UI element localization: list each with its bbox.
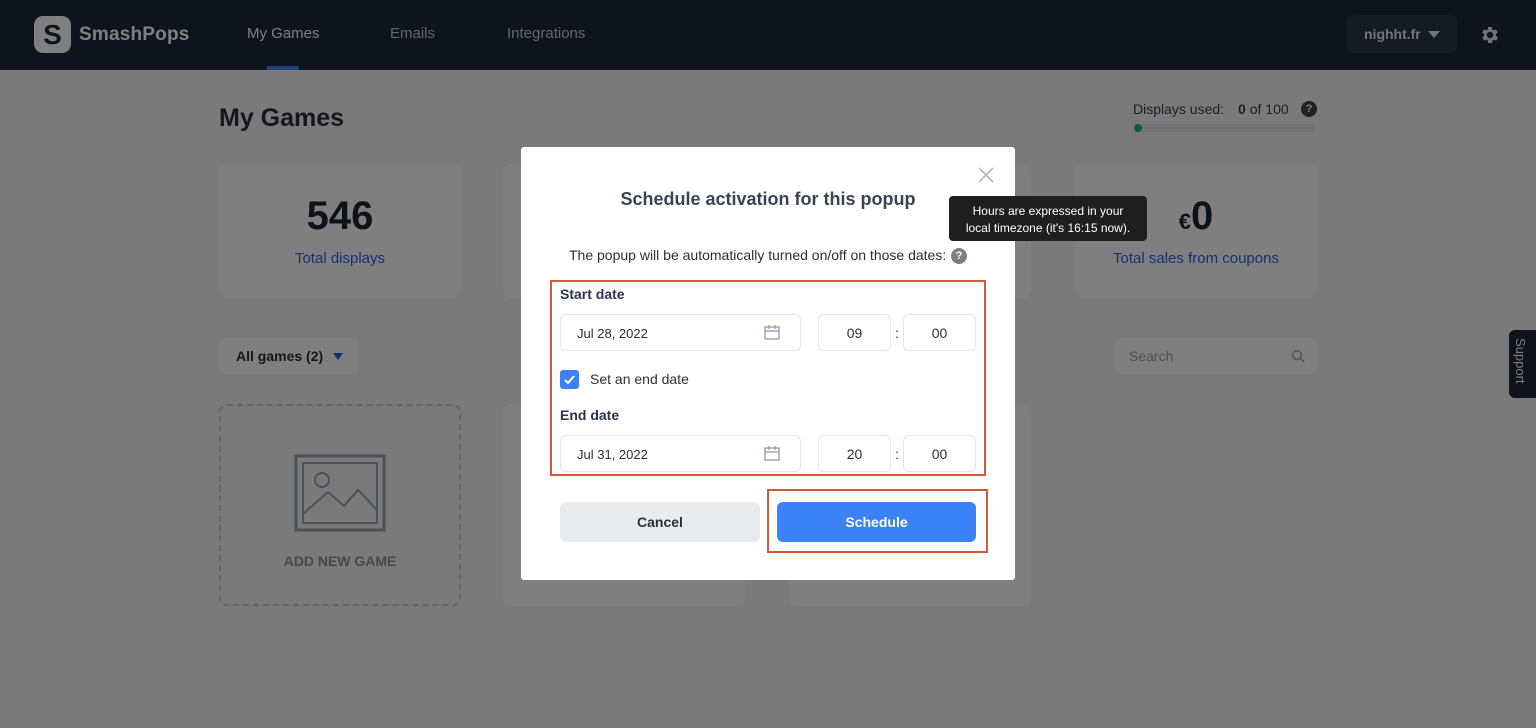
time-separator: : xyxy=(895,325,899,341)
end-date-label: End date xyxy=(560,407,620,423)
cancel-button[interactable]: Cancel xyxy=(560,502,760,542)
checkmark-icon xyxy=(564,375,575,385)
start-hour-input[interactable]: 09 xyxy=(818,314,891,351)
modal-title: Schedule activation for this popup xyxy=(620,189,916,209)
end-hour-input[interactable]: 20 xyxy=(818,435,891,472)
tooltip-line-2: local timezone (it's 16:15 now). xyxy=(965,221,1131,235)
end-date-input[interactable]: Jul 31, 2022 xyxy=(560,435,801,472)
end-date-checkbox-label[interactable]: Set an end date xyxy=(590,371,689,387)
calendar-icon[interactable] xyxy=(764,325,780,340)
modal-description: The popup will be automatically turned o… xyxy=(569,247,947,263)
close-icon[interactable] xyxy=(977,166,995,184)
calendar-icon[interactable] xyxy=(764,446,780,461)
start-date-input[interactable]: Jul 28, 2022 xyxy=(560,314,801,351)
schedule-modal: Schedule activation for this popup The p… xyxy=(521,147,1015,580)
time-separator: : xyxy=(895,446,899,462)
schedule-button[interactable]: Schedule xyxy=(777,502,976,542)
start-minute-input[interactable]: 00 xyxy=(903,314,976,351)
end-date-value: Jul 31, 2022 xyxy=(577,447,648,462)
tooltip-line-1: Hours are expressed in your xyxy=(972,204,1124,218)
help-icon[interactable]: ? xyxy=(951,248,967,264)
timezone-tooltip: Hours are expressed in your local timezo… xyxy=(949,196,1147,241)
end-minute-input[interactable]: 00 xyxy=(903,435,976,472)
start-date-value: Jul 28, 2022 xyxy=(577,326,648,341)
start-date-label: Start date xyxy=(560,286,625,302)
end-date-checkbox[interactable] xyxy=(560,370,579,389)
